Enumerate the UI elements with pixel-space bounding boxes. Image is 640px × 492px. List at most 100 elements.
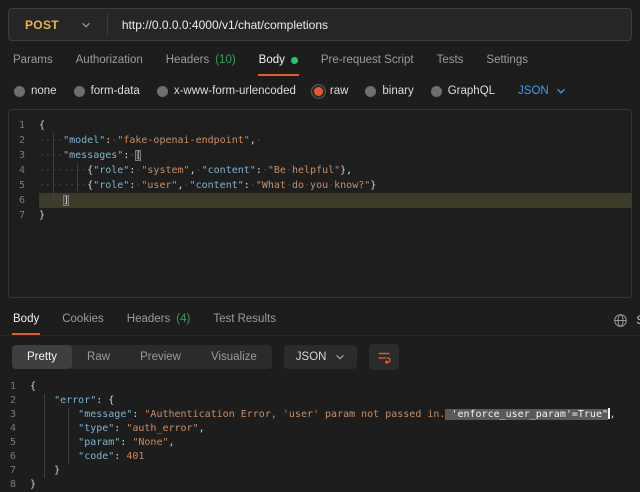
line-content: "type": "auth_error", xyxy=(30,422,640,436)
radio-circle-icon xyxy=(431,86,442,97)
line-content: ····"messages":·[ xyxy=(39,148,631,163)
line-content: "message": "Authentication Error, 'user'… xyxy=(30,408,640,422)
code-token: "content" xyxy=(190,180,244,191)
tab-authorization[interactable]: Authorization xyxy=(75,49,144,76)
tab-tests[interactable]: Tests xyxy=(436,49,465,76)
tab-label: Pre-request Script xyxy=(321,54,414,66)
code-token: : xyxy=(114,451,126,462)
chevron-down-icon xyxy=(335,354,345,360)
response-tab-body[interactable]: Body xyxy=(12,308,40,335)
code-token: do xyxy=(292,180,304,191)
body-type-radio-graphql[interactable]: GraphQL xyxy=(431,85,495,97)
body-type-radio-x-www-form-urlencoded[interactable]: x-www-form-urlencoded xyxy=(157,85,296,97)
code-token xyxy=(30,437,78,448)
code-token: ········ xyxy=(39,165,87,176)
response-tab-cookies[interactable]: Cookies xyxy=(61,308,105,335)
tab-body[interactable]: Body xyxy=(258,49,299,76)
code-line: 6····] xyxy=(9,193,631,208)
code-line: 5········{"role":·"user",·"content":·"Wh… xyxy=(9,178,631,193)
code-line: 2····"model":·"fake-openai-endpoint",· xyxy=(9,133,631,148)
code-token: ···· xyxy=(39,195,63,206)
tab-label: Headers xyxy=(127,313,170,325)
code-token: "role" xyxy=(93,165,129,176)
url-input[interactable]: http://0.0.0.0:4000/v1/chat/completions xyxy=(108,9,631,40)
code-token: know?" xyxy=(334,180,370,191)
code-token: 401 xyxy=(126,451,144,462)
tab-label: Body xyxy=(13,313,39,325)
code-token xyxy=(30,423,78,434)
body-filled-dot-icon xyxy=(291,57,298,64)
line-content: } xyxy=(30,464,640,478)
tab-label: Body xyxy=(259,54,285,66)
code-token: "message" xyxy=(78,409,132,420)
code-line: 2 "error": { xyxy=(0,394,640,408)
tab-label: Settings xyxy=(486,54,528,66)
code-token: : xyxy=(114,423,126,434)
line-number: 3 xyxy=(9,148,39,163)
line-number: 6 xyxy=(9,193,39,208)
line-content: "error": { xyxy=(30,394,640,408)
response-format-label: JSON xyxy=(296,351,327,363)
tab-label: Params xyxy=(13,54,53,66)
code-token: "model" xyxy=(63,135,105,146)
wrap-text-button[interactable] xyxy=(369,344,399,370)
tab-label: Headers xyxy=(166,54,209,66)
globe-icon[interactable] xyxy=(613,313,628,328)
code-token: ········ xyxy=(39,180,87,191)
code-token xyxy=(30,395,54,406)
response-header-right: S xyxy=(613,313,640,328)
tab-count-badge: (10) xyxy=(215,54,235,66)
tab-label: Cookies xyxy=(62,313,104,325)
line-content: ········{"role":·"user",·"content":·"Wha… xyxy=(39,178,631,193)
code-token: } xyxy=(370,180,376,191)
request-tabs: Params Authorization Headers (10) Body Pre-re… xyxy=(0,49,640,76)
request-url-bar: POST http://0.0.0.0:4000/v1/chat/complet… xyxy=(8,8,632,41)
line-content: { xyxy=(39,118,631,133)
response-format-select[interactable]: JSON xyxy=(284,345,358,369)
tab-params[interactable]: Params xyxy=(12,49,54,76)
code-line: 4········{"role":·"system",·"content":·"… xyxy=(9,163,631,178)
code-token: : { xyxy=(96,395,114,406)
code-token: , xyxy=(610,409,616,420)
line-content: "code": 401 xyxy=(30,450,640,464)
radio-circle-icon xyxy=(74,86,85,97)
line-content: ········{"role":·"system",·"content":·"B… xyxy=(39,163,631,178)
code-token xyxy=(30,409,78,420)
clipped-status-text: S xyxy=(636,315,640,327)
line-content: "param": "None", xyxy=(30,436,640,450)
indent-guide xyxy=(53,133,54,208)
indent-guide xyxy=(68,408,69,464)
postman-dark-window: { "request_bar": { "method": "POST", "ur… xyxy=(0,8,640,485)
response-json-viewer[interactable]: 1{2 "error": {3 "message": "Authenticati… xyxy=(0,377,640,492)
view-tab-visualize[interactable]: Visualize xyxy=(196,345,272,369)
code-token: "auth_error" xyxy=(126,423,198,434)
code-token: , xyxy=(169,437,175,448)
response-tab-test-results[interactable]: Test Results xyxy=(212,308,277,335)
code-line: 7 } xyxy=(0,464,640,478)
response-view-controls: PrettyRawPreviewVisualize JSON xyxy=(0,336,640,377)
body-type-radio-raw[interactable]: raw xyxy=(313,85,349,97)
method-selector[interactable]: POST xyxy=(9,9,107,40)
method-label: POST xyxy=(25,18,59,32)
body-type-radio-binary[interactable]: binary xyxy=(365,85,413,97)
body-type-radio-form-data[interactable]: form-data xyxy=(74,85,140,97)
body-type-radio-none[interactable]: none xyxy=(14,85,57,97)
code-token: }, xyxy=(340,165,352,176)
code-line: 1{ xyxy=(0,380,640,394)
code-token: } xyxy=(30,479,36,490)
raw-language-select[interactable]: JSON xyxy=(518,85,566,97)
view-tab-preview[interactable]: Preview xyxy=(125,345,196,369)
tab-pre-request-script[interactable]: Pre-request Script xyxy=(320,49,415,76)
code-token: "user" xyxy=(141,180,177,191)
code-token: [ xyxy=(135,150,141,161)
radio-label: raw xyxy=(330,85,349,97)
body-type-options: none form-data x-www-form-urlencoded raw bin… xyxy=(0,76,640,106)
tab-settings[interactable]: Settings xyxy=(485,49,529,76)
view-tab-raw[interactable]: Raw xyxy=(72,345,125,369)
indent-guide xyxy=(77,163,78,193)
line-content: ····] xyxy=(39,193,631,208)
request-body-editor[interactable]: 1{2····"model":·"fake-openai-endpoint",·… xyxy=(8,109,632,298)
view-tab-pretty[interactable]: Pretty xyxy=(12,345,72,369)
response-tab-headers[interactable]: Headers(4) xyxy=(126,308,192,335)
tab-headers[interactable]: Headers (10) xyxy=(165,49,237,76)
